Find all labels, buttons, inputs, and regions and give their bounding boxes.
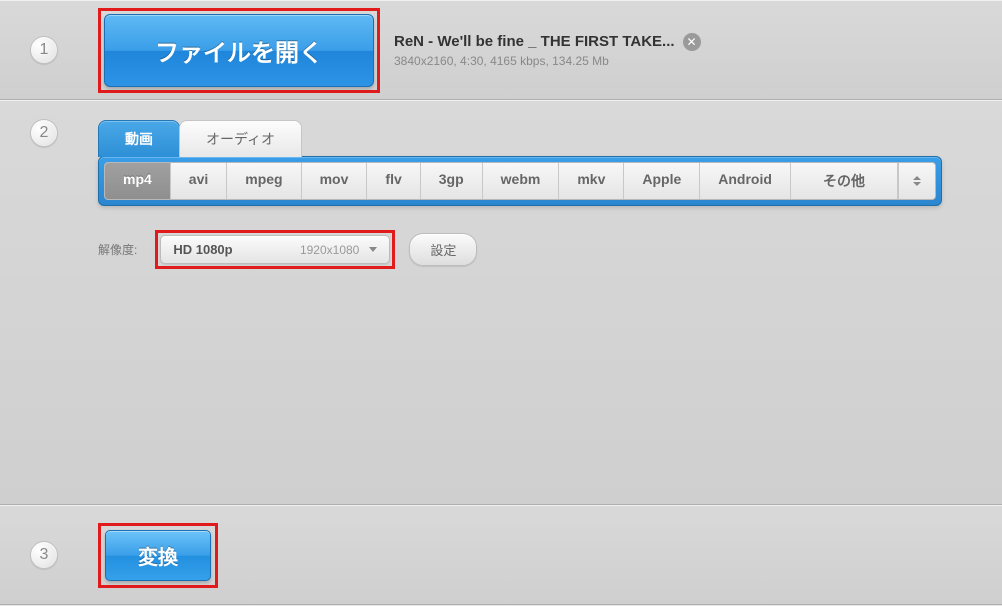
format-android[interactable]: Android — [700, 163, 791, 199]
highlight-convert: 変換 — [98, 523, 218, 588]
file-title: ReN - We'll be fine _ THE FIRST TAKE... — [394, 33, 675, 50]
tab-audio[interactable]: オーディオ — [179, 120, 302, 157]
format-more-toggle[interactable] — [898, 163, 935, 199]
step-number-3: 3 — [30, 541, 58, 569]
resolution-name: HD 1080p — [173, 242, 232, 257]
format-avi[interactable]: avi — [171, 163, 227, 199]
step-number-2: 2 — [30, 119, 58, 147]
format-webm[interactable]: webm — [483, 163, 560, 199]
updown-icon — [913, 176, 921, 186]
resolution-dimensions: 1920x1080 — [300, 243, 359, 257]
media-type-tabs: 動画 オーディオ — [98, 119, 942, 156]
settings-button[interactable]: 設定 — [409, 233, 477, 266]
highlight-open-file: ファイルを開く — [98, 8, 380, 93]
format-bar: mp4 avi mpeg mov flv 3gp webm mkv Apple … — [98, 156, 942, 206]
chevron-down-icon — [369, 247, 377, 252]
convert-button[interactable]: 変換 — [105, 530, 211, 581]
step-3-section: 3 変換 — [0, 505, 1002, 605]
format-flv[interactable]: flv — [367, 163, 420, 199]
step-2-section: 2 動画 オーディオ mp4 avi mpeg mov flv 3gp webm… — [0, 100, 1002, 505]
resolution-select[interactable]: HD 1080p 1920x1080 — [160, 235, 390, 264]
tab-video[interactable]: 動画 — [98, 120, 180, 157]
format-mpeg[interactable]: mpeg — [227, 163, 301, 199]
step-1-section: 1 ファイルを開く ReN - We'll be fine _ THE FIRS… — [0, 0, 1002, 100]
resolution-row: 解像度: HD 1080p 1920x1080 設定 — [98, 230, 942, 269]
file-meta: 3840x2160, 4:30, 4165 kbps, 134.25 Mb — [394, 54, 701, 68]
format-mp4[interactable]: mp4 — [105, 163, 171, 199]
step-number-1: 1 — [30, 36, 58, 64]
remove-file-icon[interactable]: ✕ — [683, 33, 701, 51]
format-mov[interactable]: mov — [302, 163, 368, 199]
highlight-resolution: HD 1080p 1920x1080 — [155, 230, 395, 269]
format-apple[interactable]: Apple — [624, 163, 700, 199]
file-info: ReN - We'll be fine _ THE FIRST TAKE... … — [394, 33, 701, 68]
format-mkv[interactable]: mkv — [559, 163, 624, 199]
format-3gp[interactable]: 3gp — [421, 163, 483, 199]
open-file-button[interactable]: ファイルを開く — [104, 14, 374, 87]
resolution-label: 解像度: — [98, 241, 137, 258]
format-other[interactable]: その他 — [791, 163, 898, 199]
